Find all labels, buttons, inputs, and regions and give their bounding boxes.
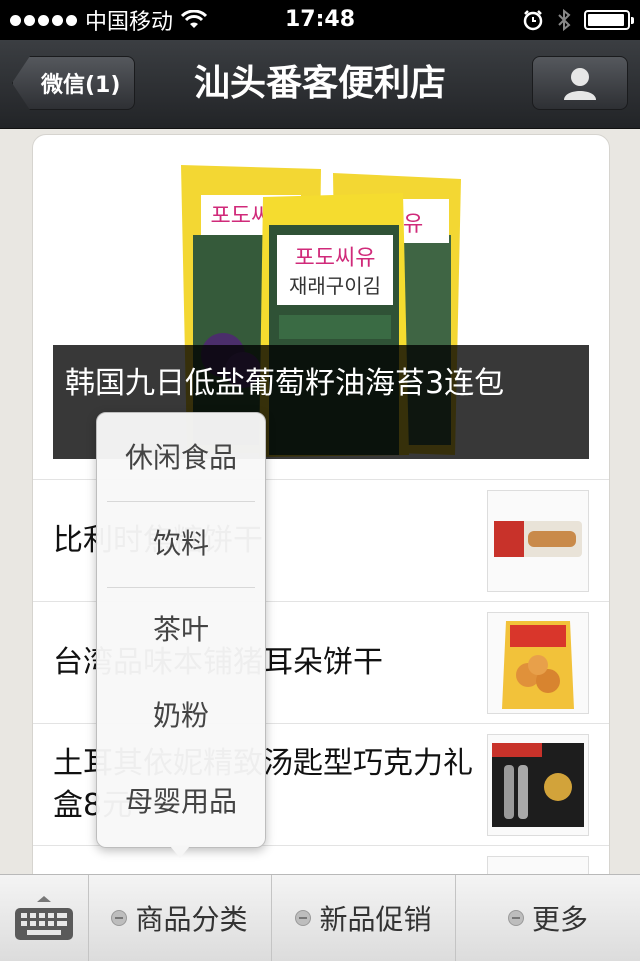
tab-product-categories[interactable]: 商品分类 xyxy=(88,875,272,961)
person-icon xyxy=(564,68,596,100)
keyboard-icon xyxy=(15,896,73,940)
back-button[interactable]: 微信(1) xyxy=(12,56,136,110)
battery-fill xyxy=(588,14,624,26)
keyboard-toggle-button[interactable] xyxy=(0,875,89,961)
tab-more[interactable]: 更多 xyxy=(456,875,640,961)
menu-item-snacks[interactable]: 休闲食品 xyxy=(97,415,265,501)
lotus-biscuit-thumbnail xyxy=(487,490,589,592)
status-right xyxy=(522,0,634,40)
svg-text:포도씨유: 포도씨유 xyxy=(295,246,376,271)
menu-indicator-icon xyxy=(111,910,128,926)
back-button-label: 微信(1) xyxy=(41,73,121,98)
page-title: 汕头番客便利店 xyxy=(193,63,446,104)
chocolate-gift-box-thumbnail xyxy=(487,734,589,836)
tab-new-promotions[interactable]: 新品促销 xyxy=(272,875,456,961)
menu-item-milk-powder[interactable]: 奶粉 xyxy=(97,673,265,759)
tab-label: 新品促销 xyxy=(319,903,432,936)
menu-item-tea[interactable]: 茶叶 xyxy=(97,587,265,673)
menu-item-baby-products[interactable]: 母婴用品 xyxy=(97,759,265,845)
menu-item-drinks[interactable]: 饮料 xyxy=(97,501,265,587)
category-popup-menu: 休闲食品 饮料 茶叶 奶粉 母婴用品 xyxy=(96,412,266,848)
tab-label: 更多 xyxy=(531,903,588,936)
menu-indicator-icon xyxy=(507,910,524,926)
menu-indicator-icon xyxy=(295,910,312,926)
profile-button[interactable] xyxy=(532,56,628,110)
status-bar: 中国移动 17:48 xyxy=(0,0,640,40)
tab-label: 商品分类 xyxy=(135,903,248,936)
bluetooth-icon xyxy=(558,8,571,32)
bottom-menu-bar: 商品分类 新品促销 更多 xyxy=(0,874,640,961)
svg-text:재래구이김: 재래구이김 xyxy=(289,274,381,298)
product-thumbnail xyxy=(487,856,589,874)
alarm-clock-icon xyxy=(523,10,543,31)
list-item[interactable] xyxy=(33,845,609,874)
popup-pointer xyxy=(170,846,190,858)
battery-icon xyxy=(584,10,634,30)
pig-ear-cookie-thumbnail xyxy=(487,612,589,714)
